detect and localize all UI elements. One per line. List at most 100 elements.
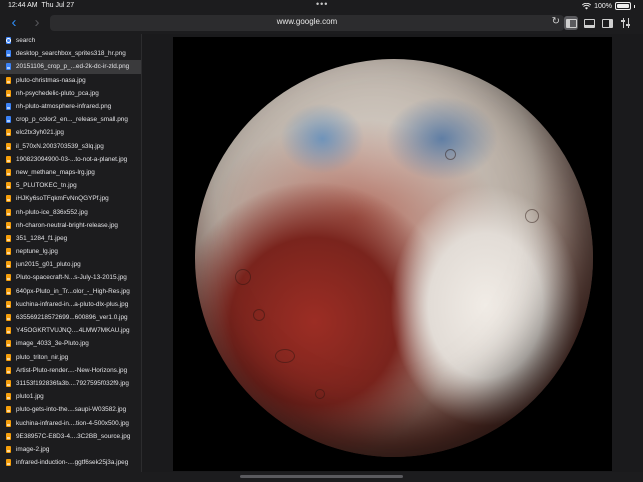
wifi-icon xyxy=(582,2,592,9)
image-file-icon xyxy=(6,274,11,282)
sliders-icon xyxy=(621,18,631,28)
image-file-icon xyxy=(6,340,11,348)
sidebar-item-label: Artist-Pluto-render....-New-Horizons.jpg xyxy=(16,366,128,374)
sidebar-item-label: neptune_lg.jpg xyxy=(16,248,58,256)
home-indicator[interactable] xyxy=(240,475,403,478)
reload-icon[interactable]: ↻ xyxy=(552,16,560,27)
sidebar-file-item[interactable]: pluto-christmas-nasa.jpg xyxy=(0,74,141,87)
chevron-left-icon[interactable]: ‹ xyxy=(6,15,22,31)
sidebar-file-item[interactable]: pluto-gets-into-the....saupi-W03582.jpg xyxy=(0,403,141,416)
sidebar-file-item[interactable]: 635569218572699...600896_ver1.0.jpg xyxy=(0,311,141,324)
sidebar-file-item[interactable]: 9E38957C-E8D3-4....3C2BB_source.jpg xyxy=(0,430,141,443)
search-icon xyxy=(6,37,11,45)
sidebar-item-label: kuchina-infrared-in....tion-4-500x500.jp… xyxy=(16,419,129,427)
image-file-icon xyxy=(6,208,11,216)
sidebar-right-icon xyxy=(602,19,613,28)
image-file-icon xyxy=(6,300,11,308)
image-preview[interactable] xyxy=(173,37,612,471)
sidebar-item-label: kuchina-infrared-in...a-pluto-dlx-plus.j… xyxy=(16,300,129,308)
sidebar-file-item[interactable]: 351_1284_f1.jpeg xyxy=(0,232,141,245)
sidebar-file-item[interactable]: crop_p_color2_en..._release_small.png xyxy=(0,113,141,126)
sidebar-file-item[interactable]: 640px-Pluto_in_Tr...olor_-_High-Res.jpg xyxy=(0,285,141,298)
sidebar-file-item[interactable]: nh-pluto-ice_836x552.jpg xyxy=(0,205,141,218)
sidebar-item-label: Pluto-spacecraft-N...s-July-13-2015.jpg xyxy=(16,274,127,282)
battery-icon xyxy=(615,2,631,10)
sidebar-file-item[interactable]: infrared-induction-....ggtf6sek25j3a.jpe… xyxy=(0,456,141,469)
sidebar-file-item[interactable]: 20151106_crop_p_...ed-2k-dc-ir-zld.png xyxy=(0,60,141,74)
sidebar-file-item[interactable]: Pluto-spacecraft-N...s-July-13-2015.jpg xyxy=(0,271,141,284)
sidebar-item-label: jun2015_g01_pluto.jpg xyxy=(16,261,81,269)
image-file-icon xyxy=(6,366,11,374)
sidebar-item-label: pluto1.jpg xyxy=(16,393,44,401)
sidebar-file-item[interactable]: Y45OGKRTVUJNQ....4LMW7MKAU.jpg xyxy=(0,324,141,337)
image-file-icon xyxy=(6,287,11,295)
sidebar-file-item[interactable]: nh-psychedelic-pluto_pca.jpg xyxy=(0,87,141,100)
search-glyph xyxy=(6,38,11,44)
sidebar-file-item[interactable]: 190823094900-03-...to-not-a-planet.jpg xyxy=(0,153,141,166)
status-right: 100% xyxy=(582,2,635,10)
sidebar-file-item[interactable]: iHJKy6soTFqkmFvNnQGYPf.jpg xyxy=(0,192,141,205)
image-file-icon xyxy=(6,445,11,453)
file-sidebar[interactable]: search desktop_searchbox_sprites318_hr.pn… xyxy=(0,34,142,472)
battery-nub xyxy=(634,4,635,8)
pluto-image xyxy=(195,59,593,457)
sidebar-toggle-button[interactable] xyxy=(564,16,578,30)
sidebar-file-item[interactable]: Artist-Pluto-render....-New-Horizons.jpg xyxy=(0,364,141,377)
crater-mark xyxy=(253,309,265,321)
sidebar-file-item[interactable]: new_methane_maps-lrg.jpg xyxy=(0,166,141,179)
sidebar-item-label: 190823094900-03-...to-not-a-planet.jpg xyxy=(16,155,128,163)
sidebar-file-item[interactable]: kuchina-infrared-in...a-pluto-dlx-plus.j… xyxy=(0,298,141,311)
sidebar-file-item[interactable]: image-2.jpg xyxy=(0,443,141,456)
address-bar[interactable]: www.google.com ↻ xyxy=(50,15,564,31)
sidebar-item-label: image_4033_3e-Pluto.jpg xyxy=(16,340,89,348)
image-file-icon xyxy=(6,234,11,242)
sidebar-file-item[interactable]: jun2015_g01_pluto.jpg xyxy=(0,258,141,271)
image-file-icon xyxy=(6,393,11,401)
sidebar-item-label: crop_p_color2_en..._release_small.png xyxy=(16,116,128,124)
sidebar-file-item[interactable]: 5_PLUTOKEC_tn.jpg xyxy=(0,179,141,192)
sidebar-item-label: il_570xN.2003703539_s3lq.jpg xyxy=(16,142,104,150)
crater-mark xyxy=(525,209,539,223)
image-file-icon xyxy=(6,314,11,322)
image-file-icon xyxy=(6,182,11,190)
sidebar-file-item[interactable]: nh-charon-neutral-bright-release.jpg xyxy=(0,219,141,232)
image-file-icon xyxy=(6,76,11,84)
sidebar-file-item[interactable]: 31153f192836fa3b....7927595f032f9.jpg xyxy=(0,377,141,390)
sidebar-file-item[interactable]: pluto1.jpg xyxy=(0,390,141,403)
sidebar-file-item[interactable]: il_570xN.2003703539_s3lq.jpg xyxy=(0,140,141,153)
sidebar-file-item[interactable]: nh-pluto-atmosphere-infrared.png xyxy=(0,100,141,113)
settings-button[interactable] xyxy=(619,16,633,30)
sidebar-file-item[interactable]: neptune_lg.jpg xyxy=(0,245,141,258)
image-file-icon xyxy=(6,195,11,203)
sidebar-item-label: desktop_searchbox_sprites318_hr.png xyxy=(16,50,126,58)
sidebar-item-label: 20151106_crop_p_...ed-2k-dc-ir-zld.png xyxy=(16,63,130,71)
chevron-right-icon[interactable]: › xyxy=(29,15,45,31)
image-file-icon xyxy=(6,406,11,414)
sidebar-file-item[interactable]: kuchina-infrared-in....tion-4-500x500.jp… xyxy=(0,416,141,429)
sidebar-file-item[interactable]: elc2tx3yh021.jpg xyxy=(0,126,141,139)
image-file-icon xyxy=(6,89,11,97)
image-file-icon xyxy=(6,168,11,176)
bottom-panel-toggle-button[interactable] xyxy=(582,16,596,30)
sidebar-file-item[interactable]: image_4033_3e-Pluto.jpg xyxy=(0,337,141,350)
sidebar-file-item[interactable]: desktop_searchbox_sprites318_hr.png xyxy=(0,47,141,60)
battery-percent: 100% xyxy=(594,2,612,10)
status-date-text: Thu Jul 27 xyxy=(41,2,75,9)
sidebar-item-label: 351_1284_f1.jpeg xyxy=(16,234,68,242)
image-file-icon xyxy=(6,221,11,229)
sidebar-item-label: nh-pluto-atmosphere-infrared.png xyxy=(16,103,112,111)
address-url[interactable]: www.google.com xyxy=(50,17,564,26)
sidebar-item-label: pluto-christmas-nasa.jpg xyxy=(16,76,86,84)
sidebar-item-label: Y45OGKRTVUJNQ....4LMW7MKAU.jpg xyxy=(16,327,130,335)
image-file-icon xyxy=(6,155,11,163)
browser-toolbar: ‹ › www.google.com ↻ xyxy=(0,12,643,34)
multitasking-dots-icon[interactable]: ••• xyxy=(316,0,328,9)
image-file-icon xyxy=(6,129,11,137)
sidebar-item-label: 9E38957C-E8D3-4....3C2BB_source.jpg xyxy=(16,432,131,440)
sidebar-search-item[interactable]: search xyxy=(0,34,141,47)
sidebar-file-item[interactable]: pluto_triton_nir.jpg xyxy=(0,351,141,364)
image-viewer xyxy=(142,34,643,472)
image-file-icon xyxy=(6,63,11,71)
panel-bottom-icon xyxy=(584,19,595,28)
right-panel-toggle-button[interactable] xyxy=(600,16,614,30)
